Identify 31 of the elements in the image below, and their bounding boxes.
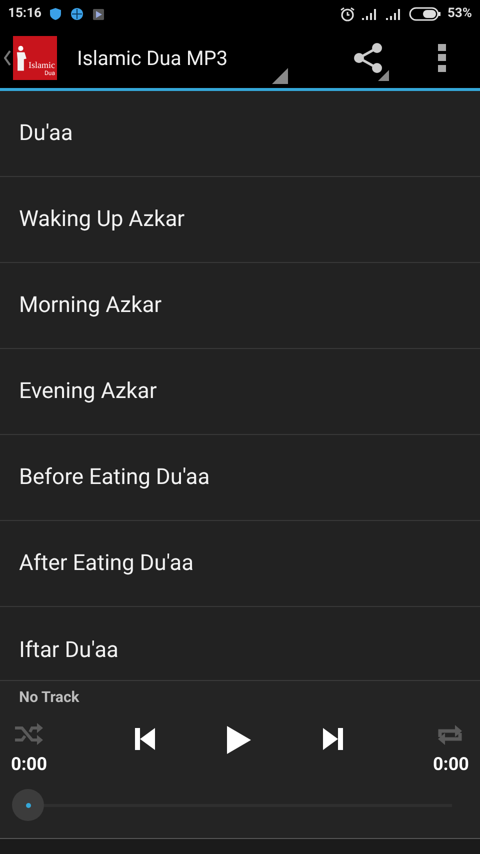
list-item[interactable]: After Eating Du'aa	[0, 521, 480, 607]
list-item[interactable]: Waking Up Azkar	[0, 177, 480, 263]
list-item[interactable]: Du'aa	[0, 91, 480, 177]
battery-percent: 53%	[447, 5, 472, 24]
globe-icon	[70, 8, 82, 20]
seek-thumb[interactable]	[12, 789, 44, 821]
status-time: 15:16	[8, 5, 42, 24]
list-item[interactable]: Evening Azkar	[0, 349, 480, 435]
dropdown-corner-icon	[378, 70, 389, 81]
alarm-icon	[340, 6, 356, 22]
more-icon	[438, 44, 446, 72]
logo-text: Islamic	[28, 61, 55, 70]
play-store-icon	[92, 8, 104, 20]
skip-next-icon	[322, 727, 344, 751]
list-item[interactable]: Iftar Du'aa	[0, 607, 480, 680]
skip-previous-icon	[134, 727, 156, 751]
app-title: Islamic Dua MP3	[77, 45, 228, 72]
battery-icon	[409, 7, 442, 21]
list-item[interactable]: Morning Azkar	[0, 263, 480, 349]
duration-time: 0:00	[432, 753, 469, 777]
shield-icon	[50, 8, 60, 20]
play-button[interactable]	[226, 725, 252, 755]
track-title: No Track	[19, 687, 80, 708]
list-item[interactable]: Before Eating Du'aa	[0, 435, 480, 521]
elapsed-time: 0:00	[11, 753, 48, 777]
share-icon	[353, 43, 383, 73]
play-icon	[226, 725, 252, 755]
back-caret-icon	[4, 50, 11, 66]
previous-button[interactable]	[134, 727, 156, 751]
dropdown-corner-icon	[272, 68, 288, 84]
next-button[interactable]	[322, 727, 344, 751]
